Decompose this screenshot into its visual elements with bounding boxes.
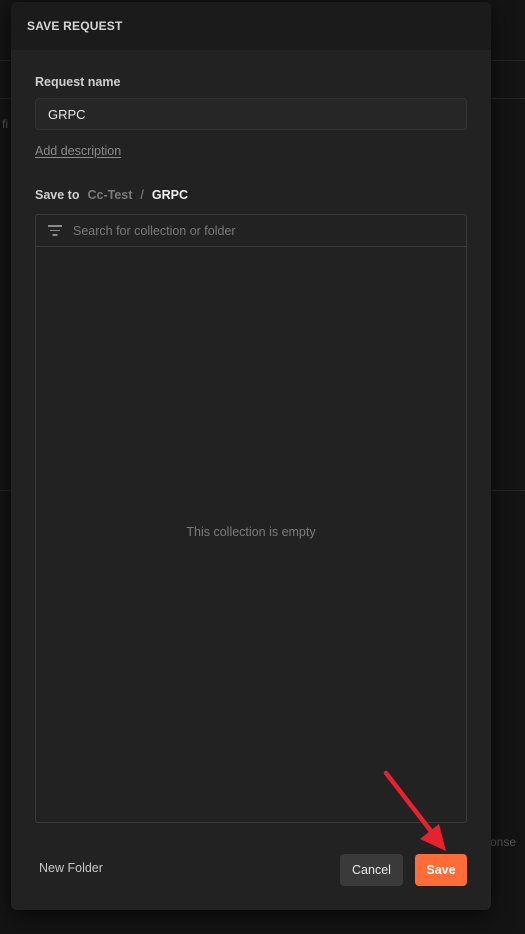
save-to-breadcrumb: Save to Cc-Test / GRPC xyxy=(35,188,188,202)
breadcrumb-separator: / xyxy=(140,188,144,202)
modal-title: SAVE REQUEST xyxy=(27,19,123,33)
breadcrumb-current: GRPC xyxy=(151,188,188,202)
add-description-link[interactable]: Add description xyxy=(35,144,121,158)
collection-search-input[interactable] xyxy=(73,223,466,238)
bg-text-right: onse xyxy=(490,835,517,849)
request-name-input[interactable] xyxy=(35,98,467,130)
empty-collection-message: This collection is empty xyxy=(186,525,316,539)
save-to-label: Save to xyxy=(35,188,80,202)
request-name-label: Request name xyxy=(35,75,121,89)
new-folder-button[interactable]: New Folder xyxy=(39,861,103,875)
modal-header: SAVE REQUEST xyxy=(11,2,491,50)
save-request-modal: SAVE REQUEST Request name Add descriptio… xyxy=(11,2,491,910)
filter-icon xyxy=(48,225,62,236)
collection-browser: This collection is empty xyxy=(35,214,467,823)
cancel-button[interactable]: Cancel xyxy=(340,854,403,886)
breadcrumb-workspace[interactable]: Cc-Test xyxy=(87,188,132,202)
bg-text-left: fi xyxy=(2,117,8,131)
save-button[interactable]: Save xyxy=(415,854,467,886)
collection-search-row xyxy=(36,215,466,247)
